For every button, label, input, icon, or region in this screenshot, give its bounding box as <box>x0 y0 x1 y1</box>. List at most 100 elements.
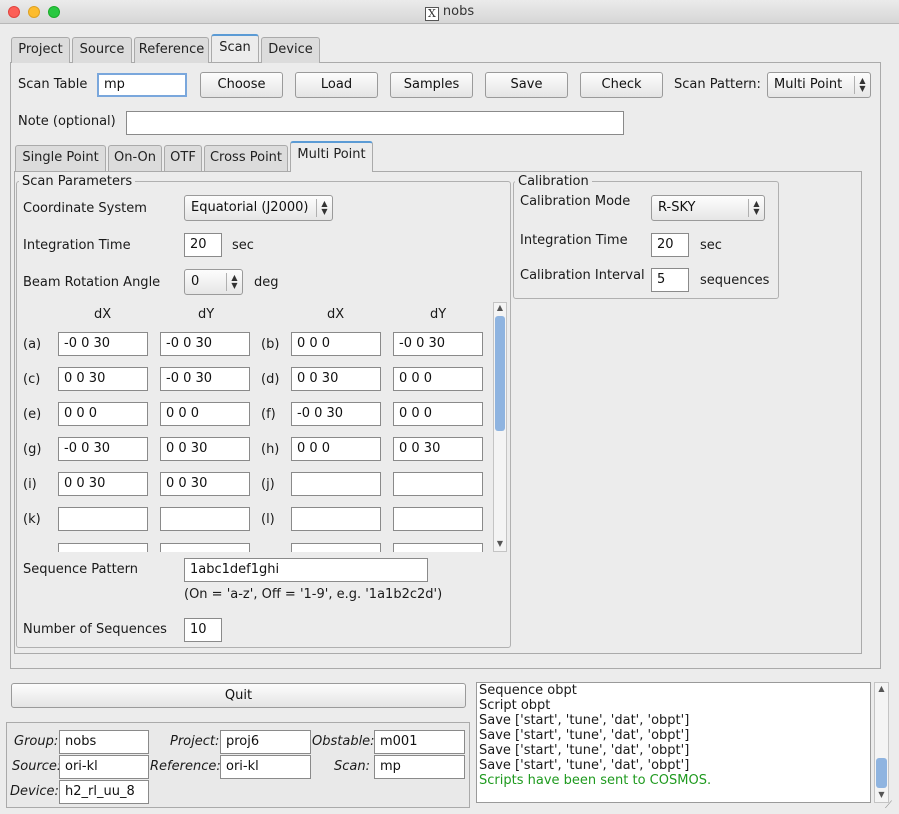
point-g-dx-input[interactable]: -0 0 30 <box>58 437 148 461</box>
beam-rotation-unit: deg <box>254 275 279 290</box>
point-label-c: (c) <box>23 372 41 387</box>
points-scroll-thumb[interactable] <box>495 316 505 431</box>
point-b-dy-input[interactable]: -0 0 30 <box>393 332 483 356</box>
source-label: Source: <box>12 759 62 774</box>
device-label: Device: <box>10 784 59 799</box>
scroll-up-icon[interactable]: ▲ <box>875 683 888 695</box>
beam-rotation-label: Beam Rotation Angle <box>23 275 161 290</box>
quit-button[interactable]: Quit <box>11 683 466 708</box>
choose-button[interactable]: Choose <box>200 72 283 98</box>
point-k-dy-input[interactable] <box>160 507 250 531</box>
number-of-sequences-input[interactable]: 10 <box>184 618 222 642</box>
point-j-dx-input[interactable] <box>291 472 381 496</box>
point-label-d: (d) <box>261 372 280 387</box>
point-i-dy-input[interactable]: 0 0 30 <box>160 472 250 496</box>
save-button[interactable]: Save <box>485 72 568 98</box>
load-button[interactable]: Load <box>295 72 378 98</box>
point-label-h: (h) <box>261 442 280 457</box>
tab-reference[interactable]: Reference <box>134 37 209 63</box>
calibration-title: Calibration <box>515 174 592 189</box>
scan-table-input[interactable]: mp <box>97 73 187 97</box>
point-f-dx-input[interactable]: -0 0 30 <box>291 402 381 426</box>
integration-time-input[interactable]: 20 <box>184 233 222 257</box>
point-h-dy-input[interactable]: 0 0 30 <box>393 437 483 461</box>
scan-field[interactable]: mp <box>374 755 465 779</box>
calibration-mode-select[interactable]: R-SKY ▲ ▼ <box>651 195 765 221</box>
point-label-e: (e) <box>23 407 42 422</box>
dx-header-1: dX <box>94 307 112 322</box>
check-button[interactable]: Check <box>580 72 663 98</box>
point-a-dy-input[interactable]: -0 0 30 <box>160 332 250 356</box>
group-field[interactable]: nobs <box>59 730 149 754</box>
calibration-interval-unit: sequences <box>700 273 770 288</box>
group-label: Group: <box>14 734 59 749</box>
point-h-dx-input[interactable]: 0 0 0 <box>291 437 381 461</box>
note-label: Note (optional) <box>18 114 116 129</box>
tab-otf[interactable]: OTF <box>164 145 202 171</box>
point-d-dx-input[interactable]: 0 0 30 <box>291 367 381 391</box>
point-label-b: (b) <box>261 337 280 352</box>
tab-project[interactable]: Project <box>11 37 70 63</box>
tab-device[interactable]: Device <box>261 37 320 63</box>
beam-rotation-spinbox[interactable]: 0 ▲ ▼ <box>184 269 243 295</box>
point-j-dy-input[interactable] <box>393 472 483 496</box>
dy-header-2: dY <box>430 307 447 322</box>
tab-multi-point[interactable]: Multi Point <box>290 141 373 172</box>
reference-field[interactable]: ori-kl <box>220 755 311 779</box>
point-m-dy-input[interactable] <box>160 543 250 552</box>
samples-button[interactable]: Samples <box>390 72 473 98</box>
log-line: Save ['start', 'tune', 'dat', 'obpt'] <box>479 713 690 728</box>
point-a-dx-input[interactable]: -0 0 30 <box>58 332 148 356</box>
tab-on-on[interactable]: On-On <box>108 145 162 171</box>
point-l-dy-input[interactable] <box>393 507 483 531</box>
point-label-g: (g) <box>23 442 42 457</box>
device-field[interactable]: h2_rl_uu_8 <box>59 780 149 804</box>
tab-single-point[interactable]: Single Point <box>15 145 106 171</box>
sequence-pattern-input[interactable]: 1abc1def1ghi <box>184 558 428 582</box>
point-d-dy-input[interactable]: 0 0 0 <box>393 367 483 391</box>
calibration-interval-input[interactable]: 5 <box>651 268 689 292</box>
integration-time-label: Integration Time <box>23 238 131 253</box>
point-e-dx-input[interactable]: 0 0 0 <box>58 402 148 426</box>
calibration-mode-label: Calibration Mode <box>520 194 631 209</box>
point-label-a: (a) <box>23 337 42 352</box>
log-output[interactable]: Sequence obpt Script obpt Save ['start',… <box>476 682 871 803</box>
scan-label: Scan: <box>334 759 370 774</box>
calibration-interval-label: Calibration Interval <box>520 268 645 283</box>
project-field[interactable]: proj6 <box>220 730 311 754</box>
tab-cross-point[interactable]: Cross Point <box>204 145 288 171</box>
window-title: Xnobs <box>0 4 899 21</box>
log-line: Save ['start', 'tune', 'dat', 'obpt'] <box>479 728 690 743</box>
dy-header-1: dY <box>198 307 215 322</box>
points-scroll-area[interactable]: dX dY dX dY (a) -0 0 30 -0 0 30 (b) 0 0 … <box>18 302 492 552</box>
point-b-dx-input[interactable]: 0 0 0 <box>291 332 381 356</box>
point-m-dx-input[interactable] <box>58 543 148 552</box>
tab-scan[interactable]: Scan <box>211 34 259 62</box>
scan-table-label: Scan Table <box>18 77 88 92</box>
point-c-dx-input[interactable]: 0 0 30 <box>58 367 148 391</box>
coordinate-system-select[interactable]: Equatorial (J2000) ▲ ▼ <box>184 195 333 221</box>
source-field[interactable]: ori-kl <box>59 755 149 779</box>
point-g-dy-input[interactable]: 0 0 30 <box>160 437 250 461</box>
point-i-dx-input[interactable]: 0 0 30 <box>58 472 148 496</box>
point-n-dx-input[interactable] <box>291 543 381 552</box>
log-scroll-thumb[interactable] <box>876 758 887 788</box>
dx-header-2: dX <box>327 307 345 322</box>
resize-grip-icon[interactable]: ⟋ <box>885 800 897 812</box>
scroll-up-icon[interactable]: ▲ <box>494 302 506 314</box>
point-c-dy-input[interactable]: -0 0 30 <box>160 367 250 391</box>
tab-source[interactable]: Source <box>72 37 132 63</box>
updown-arrows-icon: ▲ ▼ <box>748 199 764 217</box>
point-e-dy-input[interactable]: 0 0 0 <box>160 402 250 426</box>
point-f-dy-input[interactable]: 0 0 0 <box>393 402 483 426</box>
scroll-down-icon[interactable]: ▼ <box>494 538 506 550</box>
obstable-field[interactable]: m001 <box>374 730 465 754</box>
point-n-dy-input[interactable] <box>393 543 483 552</box>
scan-pattern-select[interactable]: Multi Point ▲ ▼ <box>767 72 871 98</box>
point-l-dx-input[interactable] <box>291 507 381 531</box>
note-input[interactable] <box>126 111 624 135</box>
point-k-dx-input[interactable] <box>58 507 148 531</box>
log-line: Sequence obpt <box>479 683 577 698</box>
calibration-integration-time-input[interactable]: 20 <box>651 233 689 257</box>
updown-arrows-icon: ▲ ▼ <box>226 273 242 291</box>
